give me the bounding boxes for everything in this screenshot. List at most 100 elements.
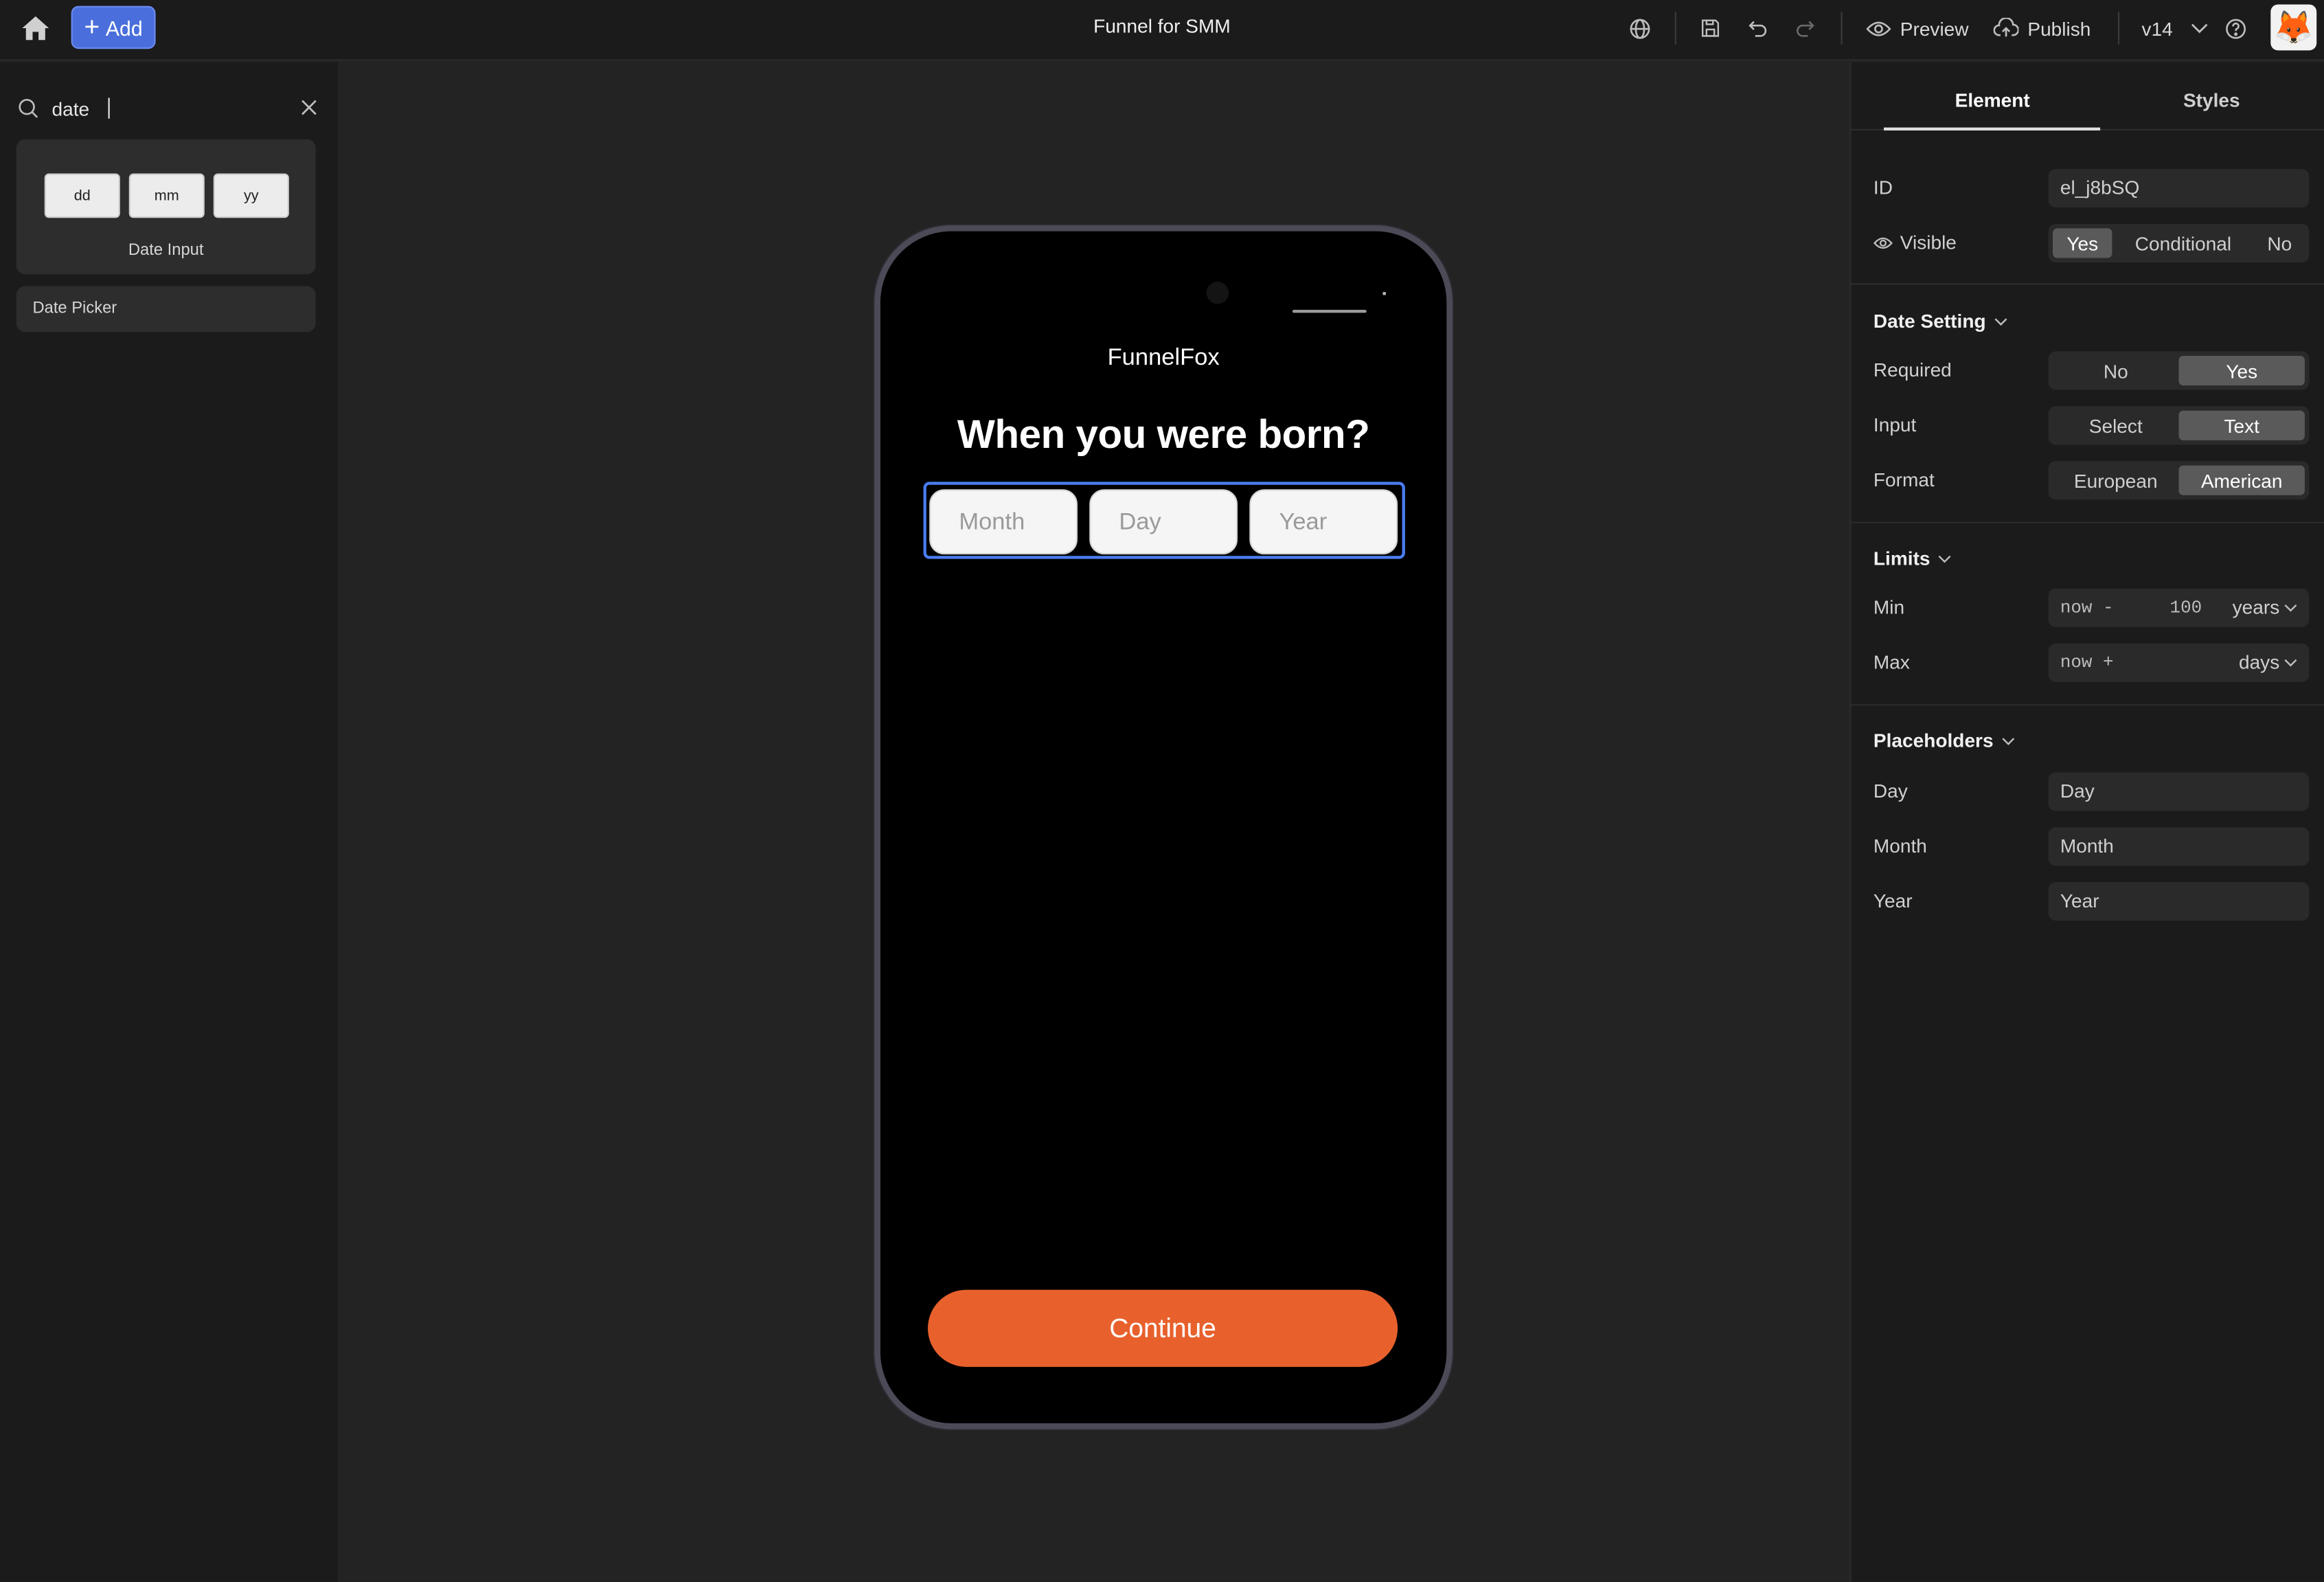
month-placeholder-field[interactable]: Month — [2048, 827, 2310, 866]
date-picker-element-card[interactable]: Date Picker — [16, 286, 316, 332]
input-label: Input — [1873, 414, 1917, 436]
status-dot — [1382, 292, 1386, 295]
status-indicator — [1292, 310, 1367, 313]
add-button[interactable]: + Add — [71, 5, 156, 49]
tab-styles[interactable]: Styles — [2183, 89, 2240, 111]
visible-yes-option[interactable]: Yes — [2053, 228, 2112, 258]
visible-no-option[interactable]: No — [2255, 228, 2305, 258]
min-operator: now - — [2060, 597, 2114, 618]
format-toggle: European American — [2048, 461, 2310, 500]
continue-button[interactable]: Continue — [928, 1289, 1398, 1367]
year-placeholder-field[interactable]: Year — [2048, 882, 2310, 921]
min-label: Min — [1873, 596, 1905, 618]
question-heading[interactable]: When you were born? — [880, 412, 1446, 458]
max-label: Max — [1873, 651, 1910, 673]
month-placeholder-label: Month — [1873, 835, 1927, 857]
redo-icon[interactable] — [1792, 15, 1819, 42]
fox-avatar-icon: 🦊 — [2273, 8, 2314, 45]
max-operator: now + — [2060, 652, 2114, 673]
max-unit-dropdown[interactable]: days — [2239, 651, 2297, 673]
min-unit-label: years — [2232, 596, 2280, 618]
active-tab-underline — [1884, 127, 2101, 131]
search-icon — [19, 98, 38, 118]
required-no-option[interactable]: No — [2053, 356, 2178, 385]
search-input[interactable] — [52, 95, 275, 122]
min-unit-dropdown[interactable]: years — [2233, 596, 2298, 618]
element-search — [18, 95, 320, 122]
publish-label: Publish — [2027, 16, 2091, 40]
visible-label: Visible — [1900, 231, 1957, 254]
app-root: + Add Funnel for SMM Preview Publish v14 — [0, 0, 2324, 1582]
eye-icon — [1873, 236, 1893, 249]
panel-tabs: Element Styles — [1851, 63, 2324, 131]
date-input-element-card[interactable]: dd mm yy Date Input — [16, 139, 316, 275]
limits-section-header[interactable]: Limits — [1873, 547, 1952, 569]
version-label: v14 — [2141, 16, 2173, 40]
max-limit-field: now + days — [2048, 643, 2310, 682]
text-caret — [108, 98, 110, 119]
top-bar: + Add Funnel for SMM Preview Publish v14 — [0, 0, 2324, 61]
day-placeholder-field[interactable]: Day — [2048, 772, 2310, 811]
mm-preview-box: mm — [128, 173, 205, 218]
elements-sidebar: dd mm yy Date Input Date Picker — [0, 62, 339, 1582]
date-input-selection[interactable]: Month Day Year — [923, 482, 1405, 559]
toolbar-divider — [1841, 12, 1843, 45]
chevron-down-icon — [1994, 317, 2007, 326]
toolbar-divider — [1674, 12, 1676, 45]
avatar[interactable]: 🦊 — [2270, 4, 2317, 51]
eye-icon — [1866, 21, 1891, 36]
preview-label: Preview — [1900, 16, 1969, 40]
continue-label: Continue — [1109, 1313, 1216, 1343]
min-value-input[interactable]: 100 — [2170, 598, 2202, 618]
date-picker-label: Date Picker — [32, 299, 117, 317]
input-type-toggle: Select Text — [2048, 406, 2310, 445]
properties-panel: Element Styles ID el_j8bSQ Visible Yes C… — [1849, 62, 2324, 1582]
min-limit-field: now - 100 years — [2048, 588, 2310, 627]
input-text-option[interactable]: Text — [2178, 410, 2305, 440]
id-label: ID — [1873, 176, 1893, 199]
close-icon[interactable] — [301, 100, 317, 116]
input-select-option[interactable]: Select — [2053, 411, 2178, 440]
globe-icon[interactable] — [1626, 15, 1653, 42]
id-field[interactable]: el_j8bSQ — [2048, 169, 2310, 208]
format-label: Format — [1873, 468, 1935, 491]
brand-name: FunnelFox — [1107, 345, 1220, 371]
date-setting-section-header[interactable]: Date Setting — [1873, 310, 2008, 332]
year-field[interactable]: Year — [1249, 489, 1398, 555]
tab-element[interactable]: Element — [1955, 89, 2030, 111]
required-yes-option[interactable]: Yes — [2178, 355, 2305, 386]
undo-icon[interactable] — [1744, 15, 1771, 42]
month-field[interactable]: Month — [929, 489, 1078, 555]
limits-title: Limits — [1873, 547, 1930, 569]
date-setting-title: Date Setting — [1873, 310, 1986, 332]
chevron-down-icon — [2002, 737, 2015, 745]
toolbar-divider — [2118, 12, 2120, 45]
required-label: Required — [1873, 359, 1952, 381]
required-toggle: No Yes — [2048, 351, 2310, 390]
save-icon[interactable] — [1697, 15, 1724, 42]
help-icon[interactable] — [2222, 15, 2248, 42]
chevron-down-icon — [2191, 23, 2208, 34]
placeholders-title: Placeholders — [1873, 729, 1994, 752]
plus-icon: + — [84, 11, 100, 41]
home-icon[interactable] — [18, 12, 54, 44]
day-field[interactable]: Day — [1089, 489, 1238, 555]
placeholders-section-header[interactable]: Placeholders — [1873, 730, 2016, 752]
chevron-down-icon — [2284, 603, 2297, 611]
day-placeholder-label: Day — [1873, 780, 1908, 802]
funnel-title: Funnel for SMM — [1093, 14, 1231, 37]
chevron-down-icon — [1939, 554, 1952, 563]
publish-button[interactable]: Publish — [1993, 12, 2091, 44]
year-placeholder-label: Year — [1873, 889, 1913, 912]
phone-preview: FunnelFox When you were born? Month Day … — [874, 225, 1452, 1430]
visible-toggle: Yes Conditional No — [2048, 223, 2310, 262]
section-divider — [1851, 283, 2324, 285]
add-button-label: Add — [105, 15, 143, 40]
version-dropdown[interactable]: v14 — [2142, 12, 2209, 44]
preview-button[interactable]: Preview — [1866, 12, 1969, 44]
chevron-down-icon — [2284, 658, 2297, 666]
format-american-option[interactable]: American — [2178, 465, 2305, 495]
format-european-option[interactable]: European — [2053, 466, 2178, 495]
visible-conditional-option[interactable]: Conditional — [2112, 228, 2254, 258]
camera-cutout — [1206, 282, 1229, 304]
